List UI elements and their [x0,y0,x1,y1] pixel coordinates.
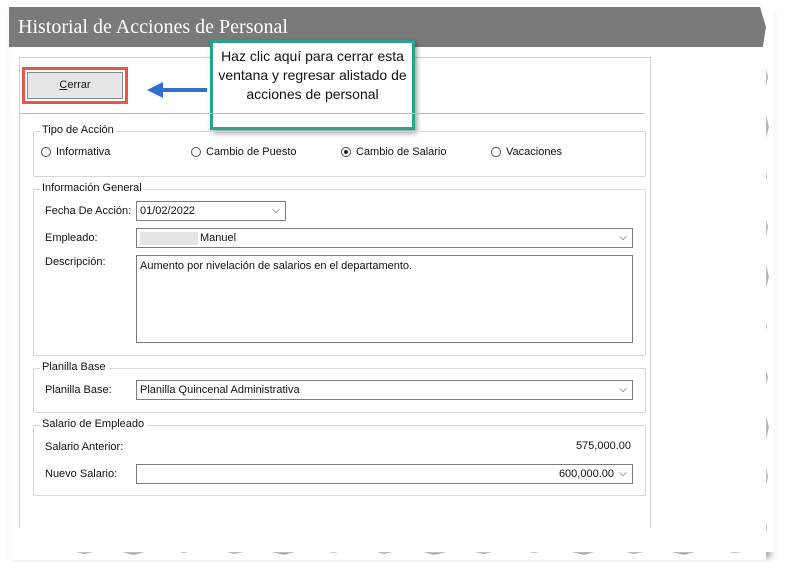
info-general-legend: Información General [40,182,145,194]
empleado-label: Empleado: [45,232,98,244]
nuevo-salario-value: 600,000.00 [558,468,614,480]
chevron-down-icon[interactable]: ⌵ [270,202,282,220]
chevron-down-icon[interactable]: ⌵ [617,465,629,483]
radio-circle-icon [41,147,51,157]
planilla-value: Planilla Quincenal Administrativa [140,384,300,396]
salario-anterior-value: 575,000.00 [575,440,631,452]
tipo-accion-legend: Tipo de Acción [40,124,117,136]
radio-cambio-salario[interactable]: Cambio de Salario [341,146,447,158]
planilla-legend: Planilla Base [40,361,109,373]
radio-cambio-puesto[interactable]: Cambio de Puesto [191,146,297,158]
radio-label: Cambio de Puesto [206,146,297,158]
planilla-select[interactable]: Planilla Quincenal Administrativa ⌵ [136,380,633,400]
radio-label: Informativa [56,146,111,158]
help-callout: Haz clic aquí para cerrar esta ventana y… [210,40,415,130]
fecha-label: Fecha De Acción: [45,205,132,217]
arrow-left-icon [147,82,207,98]
fecha-picker[interactable]: 01/02/2022 ⌵ [136,201,286,221]
radio-circle-icon [491,147,501,157]
radio-circle-icon [191,147,201,157]
close-button[interactable]: Cerrar [27,72,123,99]
salario-group: Salario de Empleado [33,418,646,496]
radio-checked-icon [341,147,351,157]
empleado-value: Manuel [200,232,237,244]
torn-edge-bottom [9,546,766,560]
planilla-label: Planilla Base: [45,384,112,396]
salario-anterior-label: Salario Anterior: [45,441,124,453]
radio-vacaciones[interactable]: Vacaciones [491,146,562,158]
chevron-down-icon[interactable]: ⌵ [617,381,629,399]
nuevo-salario-select[interactable]: 600,000.00 ⌵ [136,464,633,484]
radio-informativa[interactable]: Informativa [41,146,110,158]
torn-edge-right [760,7,774,552]
fecha-value: 01/02/2022 [140,205,196,217]
close-button-highlight: Cerrar [22,67,128,104]
radio-label: Cambio de Salario [356,146,447,158]
radio-label: Vacaciones [506,146,563,158]
salario-legend: Salario de Empleado [40,418,148,430]
close-button-label: errar [67,79,91,91]
separator [20,113,645,114]
descripcion-textarea[interactable]: Aumento por nivelación de salarios en el… [136,255,633,343]
descripcion-label: Descripción: [45,256,106,268]
redacted-name [140,231,198,245]
nuevo-salario-label: Nuevo Salario: [45,468,118,480]
chevron-down-icon[interactable]: ⌵ [617,229,629,247]
empleado-select[interactable]: Manuel ⌵ [136,228,633,248]
